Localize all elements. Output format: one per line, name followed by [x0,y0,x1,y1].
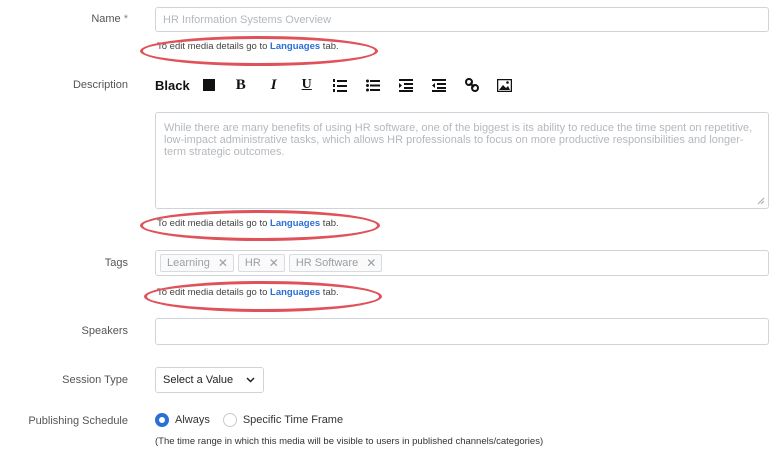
name-placeholder: HR Information Systems Overview [163,14,332,26]
hint-suffix: tab. [320,287,339,298]
languages-tab-link[interactable]: Languages [270,218,320,229]
speakers-input[interactable] [155,318,769,345]
speakers-label: Speakers [81,325,128,337]
editor-toolbar: Black B I U [155,76,529,94]
description-textarea[interactable]: While there are many benefits of using H… [155,112,769,209]
remove-tag-icon[interactable]: ✕ [269,256,279,270]
underline-button[interactable]: U [298,76,316,94]
resize-handle-icon[interactable] [757,197,765,205]
image-icon[interactable] [496,76,514,94]
languages-tab-link[interactable]: Languages [270,287,320,298]
hint-prefix: To edit media details go to [157,218,271,229]
languages-hint-1: To edit media details go to Languages ta… [157,41,339,52]
remove-tag-icon[interactable]: ✕ [218,256,228,270]
bold-button[interactable]: B [232,76,250,94]
font-color-button[interactable]: Black [155,76,190,94]
chevron-down-icon [246,377,255,383]
tags-label: Tags [104,257,128,269]
tag-label: Learning [167,257,210,269]
session-type-select[interactable]: Select a Value [155,367,264,393]
tag-label: HR Software [295,257,359,269]
link-icon[interactable] [463,76,481,94]
hint-suffix: tab. [320,218,339,229]
radio-specific-time-frame[interactable] [222,413,237,427]
description-label: Description [72,79,128,91]
name-label-text: Name [91,13,121,25]
italic-button[interactable]: I [265,76,283,94]
radio-specific-time-frame-label[interactable]: Specific Time Frame [243,414,343,426]
publishing-schedule-label: Publishing Schedule [28,415,128,427]
name-input[interactable]: HR Information Systems Overview [155,7,769,32]
radio-always[interactable] [155,413,169,427]
languages-hint-2: To edit media details go to Languages ta… [157,218,339,229]
session-type-value: Select a Value [163,374,234,386]
tag-chip: HR ✕ [237,254,285,272]
tags-input[interactable]: Learning ✕ HR ✕ HR Software ✕ [155,250,769,276]
session-type-label: Session Type [62,374,128,386]
publishing-note: (The time range in which this media will… [155,436,544,447]
ordered-list-icon[interactable] [331,76,349,94]
hint-prefix: To edit media details go to [157,287,271,298]
hint-suffix: tab. [320,41,339,52]
remove-tag-icon[interactable]: ✕ [366,256,376,270]
languages-hint-3: To edit media details go to Languages ta… [157,287,339,298]
tag-chip: Learning ✕ [160,254,234,272]
tag-label: HR [244,257,261,269]
color-swatch-icon[interactable] [200,76,218,94]
tag-chip: HR Software ✕ [288,254,383,272]
languages-tab-link[interactable]: Languages [270,41,320,52]
radio-always-label[interactable]: Always [175,414,210,426]
hint-prefix: To edit media details go to [157,41,271,52]
name-label: Name * [91,13,128,25]
unordered-list-icon[interactable] [364,76,382,94]
required-mark: * [123,13,128,25]
outdent-icon[interactable] [430,76,448,94]
publishing-radio-group: Always Specific Time Frame [155,413,343,427]
description-placeholder: While there are many benefits of using H… [164,122,753,158]
indent-icon[interactable] [397,76,415,94]
